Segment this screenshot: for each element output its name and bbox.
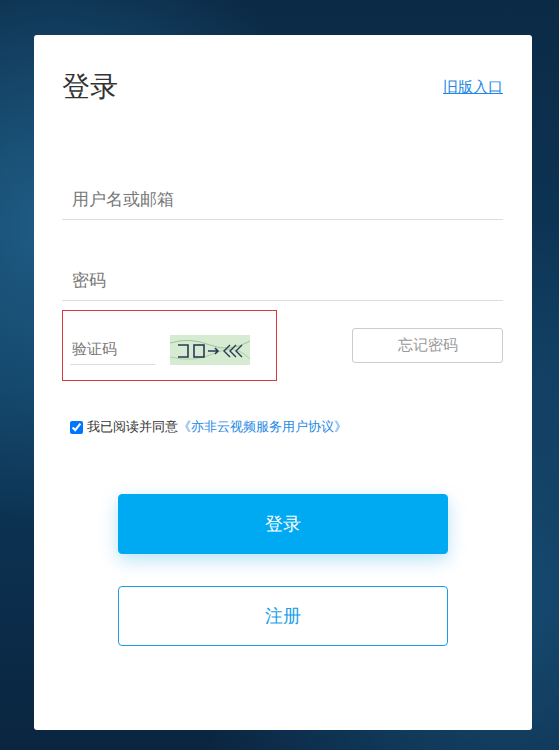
captcha-box [62, 310, 277, 381]
login-title: 登录 [62, 68, 118, 106]
login-card: 登录旧版入口忘记密码我已阅读并同意《亦非云视频服务用户协议》登录注册 [34, 35, 532, 730]
register-button[interactable]: 注册 [118, 586, 448, 646]
captcha-input[interactable] [70, 340, 155, 365]
action-buttons: 登录注册 [62, 494, 503, 646]
agreement-text: 我已阅读并同意 [87, 418, 178, 436]
captcha-image-icon[interactable] [170, 335, 250, 365]
input-field [62, 179, 503, 220]
forgot-password-button[interactable]: 忘记密码 [352, 328, 503, 363]
agreement-row: 我已阅读并同意《亦非云视频服务用户协议》 [62, 418, 503, 436]
password-input[interactable] [62, 270, 503, 290]
login-button[interactable]: 登录 [118, 494, 448, 554]
agreement-link[interactable]: 《亦非云视频服务用户协议》 [178, 418, 347, 436]
captcha-row: 忘记密码 [62, 310, 503, 381]
card-header: 登录 旧版入口 [62, 65, 503, 109]
input-field [62, 260, 503, 301]
login-page: 登录旧版入口忘记密码我已阅读并同意《亦非云视频服务用户协议》登录注册 [0, 0, 559, 750]
username-input[interactable] [62, 189, 503, 209]
old-version-link[interactable]: 旧版入口 [443, 78, 503, 97]
agreement-checkbox[interactable] [70, 421, 83, 434]
